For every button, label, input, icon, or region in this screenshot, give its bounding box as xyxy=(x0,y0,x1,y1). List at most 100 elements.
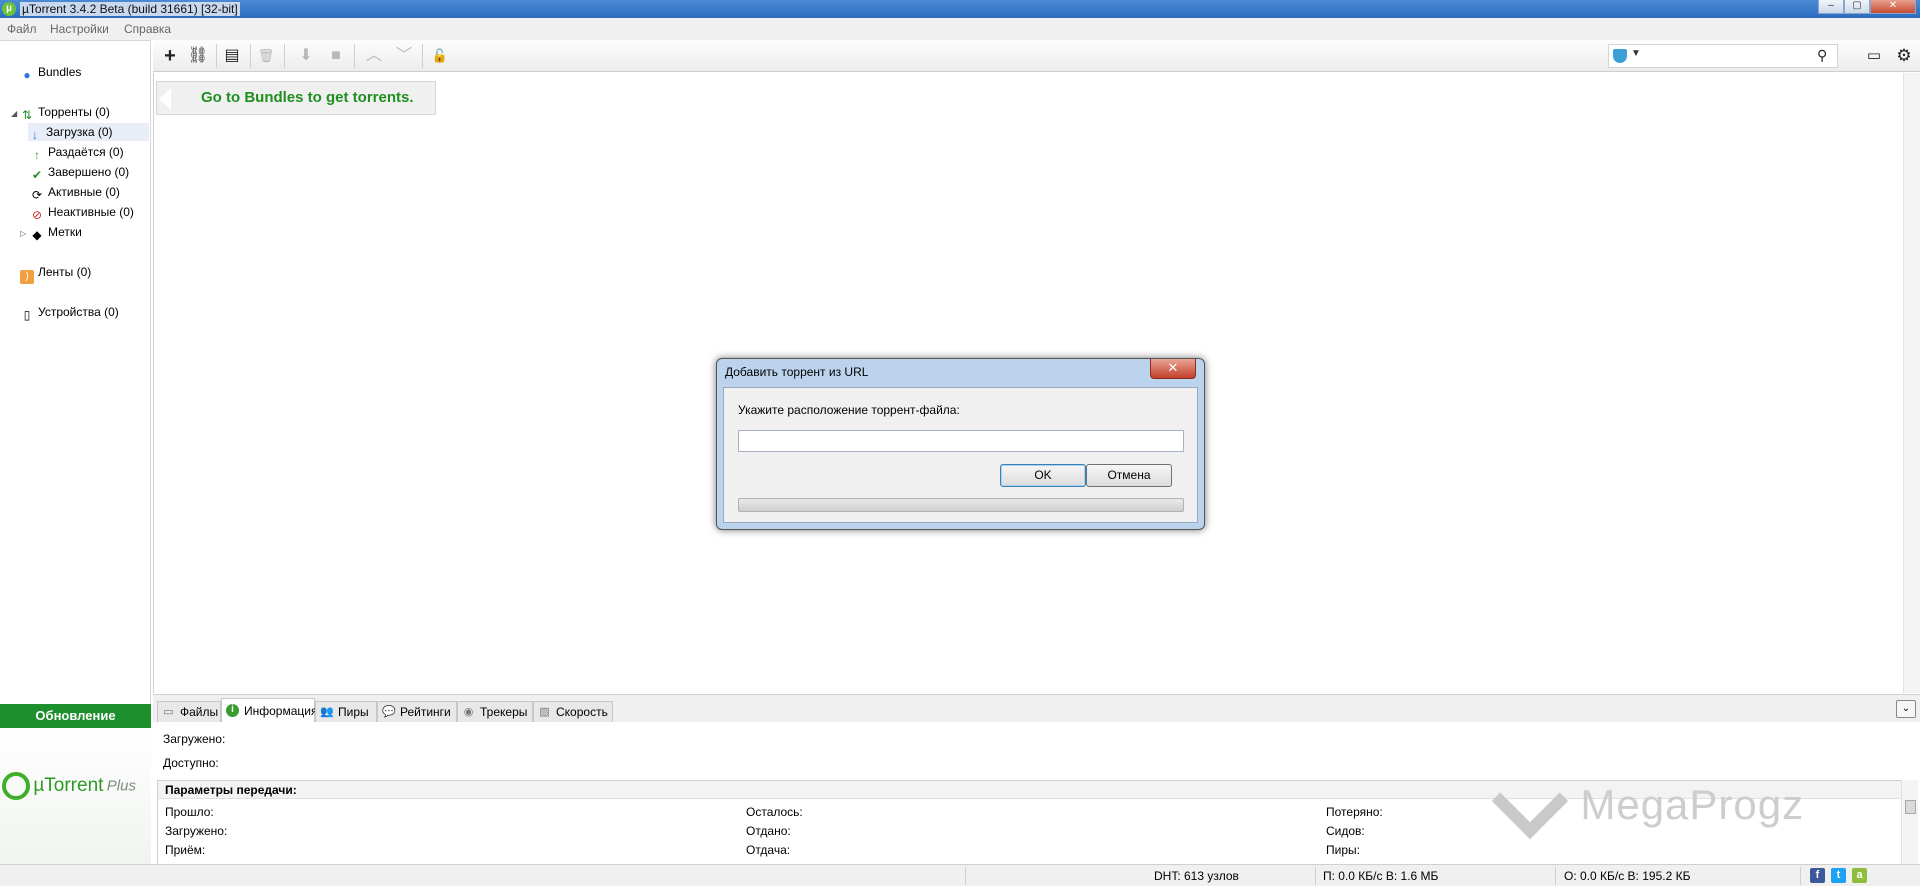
cancel-button[interactable]: Отмена xyxy=(1086,464,1172,487)
sidebar-item-label: Устройства (0) xyxy=(38,305,119,319)
title-bar: µ µTorrent 3.4.2 Beta (build 31661) [32-… xyxy=(0,0,1920,18)
peers-label: Пиры: xyxy=(1326,843,1360,857)
sidebar-item-label: Торренты (0) xyxy=(38,105,110,119)
maximize-button[interactable]: ▢ xyxy=(1844,0,1870,14)
status-upload[interactable]: О: 0.0 КБ/с В: 195.2 КБ xyxy=(1564,869,1690,883)
monitor-icon[interactable]: ▭ xyxy=(1863,46,1885,66)
checkmark-icon: ✔ xyxy=(31,168,43,182)
sidebar-item-completed[interactable]: ✔ Завершено (0) xyxy=(30,163,130,182)
tab-label: Файлы xyxy=(180,705,219,719)
tab-label: Пиры xyxy=(338,705,369,719)
minimize-button[interactable]: – xyxy=(1818,0,1844,14)
search-icon[interactable]: ⚲ xyxy=(1817,47,1827,64)
sidebar-item-seeding[interactable]: ↑ Раздаётся (0) xyxy=(30,143,124,162)
close-button[interactable]: ✕ xyxy=(1870,0,1916,14)
url-input[interactable] xyxy=(738,430,1184,452)
stop-icon[interactable]: ■ xyxy=(325,46,347,66)
bundles-banner[interactable]: Go to Bundles to get torrents. xyxy=(156,81,436,115)
inactive-stop-icon: ⊘ xyxy=(31,208,43,222)
sidebar-item-active[interactable]: ⟳ Активные (0) xyxy=(30,183,120,202)
upload-arrow-icon: ↑ xyxy=(34,148,40,162)
available-label: Доступно: xyxy=(163,756,219,770)
sidebar-item-bundles[interactable]: ● Bundles xyxy=(20,63,81,82)
unlock-icon[interactable]: 🔓 xyxy=(429,46,451,66)
menu-help[interactable]: Справка xyxy=(124,22,171,36)
info-scrollbar[interactable] xyxy=(1901,780,1918,864)
ok-button[interactable]: OK xyxy=(1000,464,1086,487)
ratings-icon: 💬 xyxy=(382,706,396,718)
sidebar-item-downloading[interactable]: ↓ Загрузка (0) xyxy=(28,123,149,142)
tab-peers[interactable]: 👥 Пиры xyxy=(315,701,377,723)
expand-triangle-icon[interactable]: ▷ xyxy=(20,229,26,238)
start-icon[interactable]: ⬇ xyxy=(295,46,317,66)
menu-file[interactable]: Файл xyxy=(7,22,37,36)
dialog-progress-bar xyxy=(738,498,1184,512)
scrollbar-thumb[interactable] xyxy=(1905,800,1916,814)
sidebar-item-label: Ленты (0) xyxy=(38,265,92,279)
sidebar-item-torrents[interactable]: ⇅ Торренты (0) xyxy=(20,103,110,122)
dialog-title: Добавить торрент из URL xyxy=(725,365,869,379)
tag-icon: ◆ xyxy=(32,228,42,242)
detail-tabs: ▭ Файлы i Информация 👥 Пиры 💬 Рейтинги ◉ Трек… xyxy=(153,694,1920,723)
status-download[interactable]: П: 0.0 КБ/с В: 1.6 МБ xyxy=(1323,869,1438,883)
refresh-icon: ⟳ xyxy=(31,188,43,202)
toolbar-separator xyxy=(250,44,251,68)
move-down-icon[interactable]: ﹀ xyxy=(393,46,415,66)
collapse-panel-button[interactable]: ⌄ xyxy=(1896,700,1916,718)
utorrent-logo-icon: µ xyxy=(2,2,16,16)
sidebar-item-label: Раздаётся (0) xyxy=(48,145,124,159)
download-arrow-icon: ↓ xyxy=(32,128,38,142)
toolbar: + ⛓ ▤ 🗑 ⬇ ■ ︿ ﹀ 🔓 ▼ ⚲ ▭ ⚙ xyxy=(153,40,1920,72)
status-separator xyxy=(1800,867,1801,885)
android-icon[interactable]: a xyxy=(1852,868,1867,883)
tab-label: Скорость xyxy=(556,705,608,719)
utorrent-plus-ad[interactable]: µTorrent Plus xyxy=(0,728,151,886)
list-scrollbar[interactable] xyxy=(1903,73,1920,693)
seeds-label: Сидов: xyxy=(1326,824,1365,838)
sidebar-item-devices[interactable]: ▯ Устройства (0) xyxy=(20,303,119,322)
upload-label: Отдача: xyxy=(746,843,791,857)
files-icon: ▭ xyxy=(163,706,174,718)
add-url-dialog: Добавить торрент из URL ✕ Укажите распол… xyxy=(716,358,1205,530)
search-input[interactable] xyxy=(1641,47,1811,65)
sidebar-item-label: Загрузка (0) xyxy=(46,125,113,139)
twitter-icon[interactable]: t xyxy=(1831,868,1846,883)
tab-files[interactable]: ▭ Файлы xyxy=(157,701,221,723)
elapsed-label: Прошло: xyxy=(165,805,214,819)
add-url-icon[interactable]: ⛓ xyxy=(187,46,209,66)
tab-trackers[interactable]: ◉ Трекеры xyxy=(457,701,533,723)
torrents-updown-icon: ⇅ xyxy=(21,108,33,122)
device-phone-icon: ▯ xyxy=(23,308,31,322)
rss-icon: ) xyxy=(20,270,34,284)
plus-brand: µTorrent xyxy=(33,775,104,796)
info-icon: i xyxy=(226,704,239,717)
toolbar-separator xyxy=(284,44,285,68)
plus-suffix: Plus xyxy=(106,777,136,795)
toolbar-separator xyxy=(422,44,423,68)
gear-icon[interactable]: ⚙ xyxy=(1893,46,1915,66)
sidebar-item-feeds[interactable]: ) Ленты (0) xyxy=(20,263,92,284)
sidebar-item-label: Активные (0) xyxy=(48,185,120,199)
downloaded2-label: Загружено: xyxy=(165,824,228,838)
dialog-body: Укажите расположение торрент-файла: OK О… xyxy=(723,387,1198,523)
dialog-close-button[interactable]: ✕ xyxy=(1150,359,1196,379)
create-torrent-icon[interactable]: ▤ xyxy=(221,46,243,66)
watermark: MegaProgz xyxy=(1491,762,1804,840)
chevron-down-icon[interactable]: ▼ xyxy=(1631,48,1641,59)
tab-ratings[interactable]: 💬 Рейтинги xyxy=(377,701,457,723)
sidebar-item-label: Завершено (0) xyxy=(48,165,130,179)
remove-icon[interactable]: 🗑 xyxy=(255,46,277,66)
facebook-icon[interactable]: f xyxy=(1810,868,1825,883)
collapse-triangle-icon[interactable]: ◢ xyxy=(11,109,17,118)
tab-speed[interactable]: ▨ Скорость xyxy=(533,701,613,723)
sidebar-item-inactive[interactable]: ⊘ Неактивные (0) xyxy=(30,203,134,222)
move-up-icon[interactable]: ︿ xyxy=(363,46,385,66)
menu-settings[interactable]: Настройки xyxy=(50,22,109,36)
search-provider-shield-icon[interactable] xyxy=(1613,49,1627,63)
toolbar-separator xyxy=(216,44,217,68)
add-torrent-icon[interactable]: + xyxy=(159,46,181,66)
tab-info[interactable]: i Информация xyxy=(221,698,317,723)
update-button[interactable]: Обновление xyxy=(0,704,151,728)
sidebar-item-labels[interactable]: ◆ Метки xyxy=(30,223,81,242)
window-title: µTorrent 3.4.2 Beta (build 31661) [32-bi… xyxy=(20,2,240,16)
